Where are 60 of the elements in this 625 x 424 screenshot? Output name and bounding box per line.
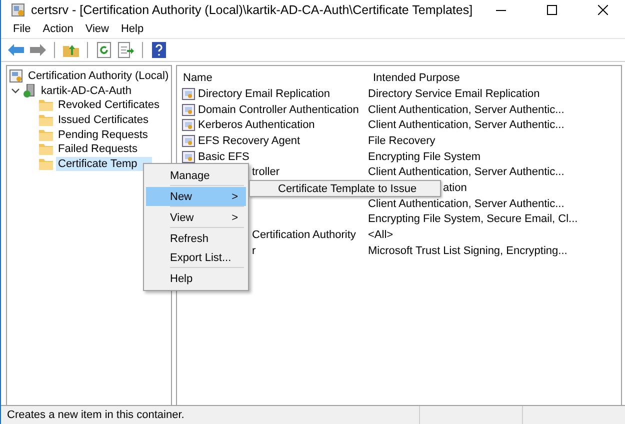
tree-item[interactable]: Pending Requests [56,128,150,142]
name-cell: r [252,244,256,257]
folder-icon [39,158,53,170]
context-menu-item[interactable]: View > [146,208,246,227]
purpose-cell: Microsoft Trust List Signing, Encrypting... [368,244,568,257]
app-icon [11,3,25,17]
maximize-icon [546,5,557,15]
menu-item[interactable]: File [7,23,37,35]
purpose-cell: Client Authentication, Server Authentic... [368,166,564,178]
chevron-down-icon[interactable] [11,86,20,96]
certificate-icon [182,88,195,100]
tree-item[interactable]: kartik-AD-CA-Auth [39,84,134,98]
folder-icon [39,114,53,126]
name-cell: troller [252,166,280,178]
purpose-cell: Encrypting File System, Secure Email, Cl... [368,213,578,226]
purpose-cell: File Recovery [368,134,436,147]
window-title: certsrv - [Certification Authority (Local)\kartik-AD-CA-Auth\Certificate Templates] [31,3,473,17]
name-cell: Directory Email Replication [198,88,330,100]
purpose-cell: ation [443,182,467,194]
close-icon [598,5,608,15]
purpose-cell: Directory Service Email Replication [368,88,540,100]
purpose-cell: Client Authentication, Server Authentic... [368,104,564,116]
column-header[interactable]: Intended Purpose [367,72,557,84]
certificate-icon [182,119,195,132]
forward-button[interactable] [29,41,47,59]
name-cell: Domain Controller Authentication [198,104,359,116]
folder-icon [39,143,53,156]
tree-item[interactable]: Certification Authority (Local) [26,69,171,84]
column-header[interactable]: Name [177,72,367,84]
name-cell: Basic EFS [198,150,250,163]
certificate-icon [182,104,195,116]
name-cell: Certification Authority [252,229,356,242]
certificate-icon [182,150,195,163]
menu-item[interactable]: Action [36,23,80,35]
server-icon [23,84,36,98]
certification-authority-icon [9,69,23,84]
context-menu-item[interactable]: Export List... [146,248,246,267]
menu-item[interactable]: View [79,23,115,35]
tree-item[interactable]: Revoked Certificates [56,98,162,112]
refresh-button[interactable] [95,41,113,59]
status-text: Creates a new item in this container. [6,409,186,421]
folder-icon [39,128,53,141]
certificate-icon [182,134,195,147]
purpose-cell: <All> [368,229,394,242]
folder-icon [39,99,53,112]
purpose-cell: Client Authentication, Server Authentic... [368,119,564,132]
menu-item[interactable]: Help [114,23,150,35]
help-button[interactable] [150,41,168,59]
name-cell: EFS Recovery Agent [198,134,300,147]
tree-item[interactable]: Failed Requests [56,142,140,156]
tree-item[interactable]: Certificate Temp [56,156,152,171]
context-menu-item[interactable]: New > [146,187,246,206]
export-list-button[interactable] [117,41,135,59]
purpose-cell: Client Authentication, Server Authentic... [368,198,564,210]
name-cell: Kerberos Authentication [198,119,315,132]
submenu-item[interactable]: Certificate Template to Issue [252,181,438,196]
context-menu-item[interactable]: Help [146,269,246,288]
context-menu-item[interactable]: Refresh [146,229,246,248]
tree-item[interactable]: Issued Certificates [56,113,150,128]
purpose-cell: Encrypting File System [368,150,480,163]
